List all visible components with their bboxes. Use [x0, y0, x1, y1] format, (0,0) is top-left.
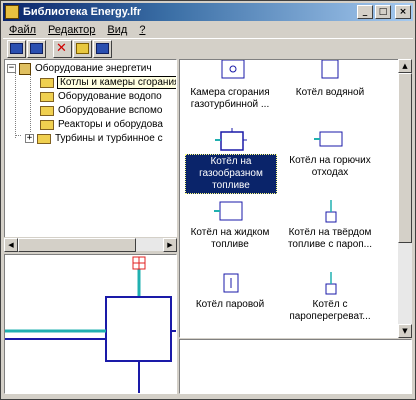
library-item-label: Котёл паровой — [195, 299, 265, 310]
tree-item-turbines-label: Турбины и турбинное с — [55, 133, 163, 144]
menu-edit[interactable]: Редактор — [42, 24, 101, 36]
preview-pane — [4, 254, 177, 394]
library-item[interactable]: Котёл на твёрдом топливе с пароп... — [280, 200, 380, 252]
boiler-preview-diagram — [5, 256, 176, 393]
tree-item-boilers-label: Котлы и камеры сгорания — [57, 76, 176, 89]
library-item[interactable]: Камера сгорания газотурбинной ... — [180, 60, 280, 112]
library-item[interactable]: Котёл водяной — [280, 60, 380, 100]
library-item-label: Котёл на газообразном топливе — [185, 154, 277, 194]
library-item[interactable]: Котёл паровой — [180, 272, 280, 312]
app-icon — [5, 5, 19, 19]
minimize-button[interactable]: _ — [357, 5, 373, 19]
tree-item-auxiliary[interactable]: Оборудование вспомо — [40, 103, 163, 118]
close-button[interactable]: × — [395, 5, 411, 19]
liquid-fuel-boiler-icon — [214, 200, 246, 224]
library-icon — [19, 62, 31, 75]
window-title: Библиотека Energy.lfr — [23, 6, 142, 18]
library-vertical-scrollbar[interactable]: ▲ ▼ — [398, 59, 412, 338]
menu-edit-label: Редактор — [48, 24, 96, 36]
superheater-boiler-icon — [314, 272, 346, 296]
menu-bar: Файл Редактор Вид ? — [3, 22, 413, 38]
new-folder-icon — [76, 43, 89, 54]
properties-pane — [179, 339, 412, 394]
library-item-selected[interactable]: Котёл на газообразном топливе — [185, 128, 277, 194]
library-item-label: Котёл на твёрдом топливе с пароп... — [287, 227, 373, 250]
toolbar: ✕ — [3, 38, 413, 58]
import-button[interactable] — [7, 39, 26, 58]
menu-help-label: ? — [139, 24, 146, 36]
library-items-pane[interactable]: Камера сгорания газотурбинной ... Котёл … — [179, 59, 412, 338]
library-item[interactable]: Котёл с пароперегреват... — [280, 272, 380, 324]
scroll-thumb[interactable] — [18, 238, 136, 252]
combustion-chamber-icon — [214, 60, 246, 84]
tree-item-boilers[interactable]: Котлы и камеры сгорания — [40, 75, 176, 90]
category-tree[interactable]: − Оборудование энергетич Котлы и камеры … — [4, 59, 177, 250]
delete-icon: ✕ — [56, 41, 67, 56]
tree-item-turbines[interactable]: + Турбины и турбинное с — [25, 131, 164, 146]
menu-file[interactable]: Файл — [3, 24, 42, 36]
water-boiler-icon — [314, 60, 346, 84]
maximize-button[interactable]: □ — [375, 5, 391, 19]
export-button[interactable] — [27, 39, 46, 58]
folder-icon — [40, 91, 54, 102]
menu-view[interactable]: Вид — [101, 24, 133, 36]
import-icon — [10, 43, 23, 54]
library-item-label: Котёл на жидком топливе — [190, 227, 270, 250]
properties-icon — [96, 43, 109, 54]
tree-item-reactors-label: Реакторы и оборудова — [58, 119, 163, 130]
collapse-toggle[interactable]: − — [7, 64, 16, 73]
library-item-label: Котёл водяной — [295, 87, 365, 98]
solid-fuel-boiler-icon — [314, 200, 346, 224]
folder-icon — [40, 119, 54, 130]
menu-file-label: Файл — [9, 24, 37, 36]
menu-help[interactable]: ? — [133, 24, 151, 36]
gas-boiler-icon — [215, 128, 247, 152]
folder-icon — [37, 133, 51, 144]
expand-toggle[interactable]: + — [25, 134, 34, 143]
library-item-label: Котёл на горючих отходах — [289, 155, 371, 178]
library-item[interactable]: Котёл на жидком топливе — [180, 200, 280, 252]
tree-item-auxiliary-label: Оборудование вспомо — [58, 105, 163, 116]
export-icon — [30, 43, 43, 54]
scroll-left-button[interactable]: ◀ — [4, 238, 18, 252]
tree-item-water[interactable]: Оборудование водопо — [40, 89, 163, 104]
boiler-body — [105, 296, 172, 362]
tree-root[interactable]: − Оборудование энергетич — [7, 61, 153, 76]
properties-button[interactable] — [93, 39, 112, 58]
steam-boiler-icon — [214, 272, 246, 296]
library-item-label: Котёл с пароперегреват... — [289, 299, 371, 322]
menu-view-label: Вид — [107, 24, 128, 36]
folder-icon — [40, 105, 54, 116]
library-item[interactable]: Котёл на горючих отходах — [280, 128, 380, 180]
tree-item-reactors[interactable]: Реакторы и оборудова — [40, 117, 164, 132]
waste-boiler-icon — [314, 128, 346, 152]
tree-root-label: Оборудование энергетич — [35, 63, 152, 74]
scroll-thumb[interactable] — [398, 73, 412, 243]
tree-item-water-label: Оборудование водопо — [58, 91, 162, 102]
scroll-up-button[interactable]: ▲ — [398, 59, 412, 73]
folder-icon — [40, 77, 54, 88]
delete-button[interactable]: ✕ — [53, 39, 72, 58]
library-item-label: Камера сгорания газотурбинной ... — [190, 87, 270, 110]
new-folder-button[interactable] — [73, 39, 92, 58]
tree-horizontal-scrollbar[interactable]: ◀ ▶ — [4, 237, 177, 252]
scroll-right-button[interactable]: ▶ — [163, 238, 177, 252]
title-bar[interactable]: Библиотека Energy.lfr _ □ × — [3, 3, 413, 21]
scroll-down-button[interactable]: ▼ — [398, 324, 412, 338]
